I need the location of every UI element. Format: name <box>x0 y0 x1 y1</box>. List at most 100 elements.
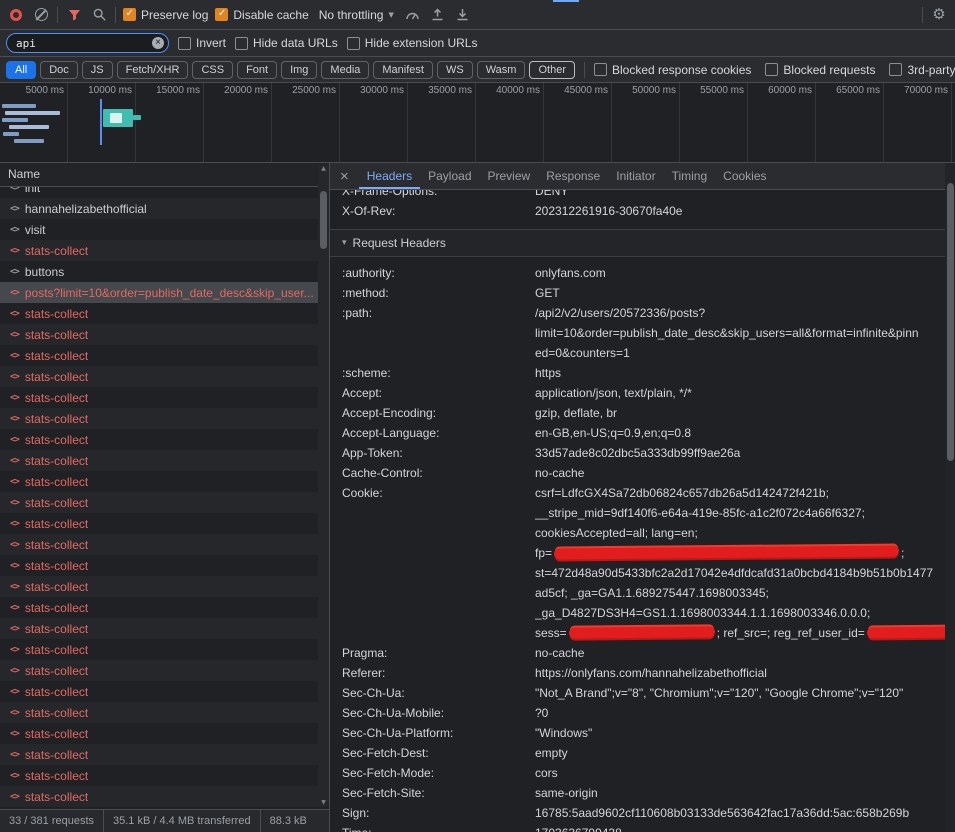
type-filter-wasm[interactable]: Wasm <box>477 61 526 79</box>
request-row[interactable]: <>stats-collect <box>0 492 329 513</box>
tab-initiator[interactable]: Initiator <box>608 163 663 189</box>
type-filter-doc[interactable]: Doc <box>40 61 78 79</box>
header-name: X-Frame-Options: <box>342 190 535 201</box>
tab-preview[interactable]: Preview <box>480 163 539 189</box>
request-row[interactable]: <>stats-collect <box>0 429 329 450</box>
script-icon: <> <box>10 204 19 214</box>
tab-headers[interactable]: Headers <box>359 163 420 189</box>
request-row[interactable]: <>stats-collect <box>0 408 329 429</box>
request-row[interactable]: <>stats-collect <box>0 534 329 555</box>
request-row[interactable]: <>stats-collect <box>0 345 329 366</box>
type-filter-font[interactable]: Font <box>237 61 277 79</box>
request-row[interactable]: <>stats-collect <box>0 576 329 597</box>
request-row[interactable]: <>stats-collect <box>0 639 329 660</box>
request-row[interactable]: <>stats-collect <box>0 681 329 702</box>
filter-input[interactable] <box>6 33 169 53</box>
request-name: stats-collect <box>25 790 88 804</box>
clear-icon[interactable] <box>32 6 50 24</box>
request-row[interactable]: <>stats-collect <box>0 471 329 492</box>
header-row: Sign:16785:5aad9602cf110608b03133de56364… <box>330 803 955 823</box>
network-conditions-icon[interactable] <box>404 6 422 24</box>
invert-checkbox[interactable]: Invert <box>178 36 226 50</box>
request-row[interactable]: <>stats-collect <box>0 660 329 681</box>
request-row[interactable]: <>stats-collect <box>0 765 329 786</box>
type-filter-js[interactable]: JS <box>82 61 113 79</box>
hide-data-urls-checkbox[interactable]: Hide data URLs <box>235 36 338 50</box>
search-icon[interactable] <box>90 6 108 24</box>
type-filter-all[interactable]: All <box>6 61 36 79</box>
import-har-icon[interactable] <box>429 6 447 24</box>
filter-icon[interactable] <box>65 6 83 24</box>
request-row[interactable]: <>stats-collect <box>0 387 329 408</box>
tab-response[interactable]: Response <box>538 163 608 189</box>
request-row[interactable]: <>stats-collect <box>0 513 329 534</box>
request-row[interactable]: <>buttons <box>0 261 329 282</box>
request-row[interactable]: <>stats-collect <box>0 324 329 345</box>
tab-payload[interactable]: Payload <box>420 163 479 189</box>
header-text: __stripe_mid=9df140f6-e64a-419e-85fc-a1c… <box>535 506 865 520</box>
scrollbar-thumb[interactable] <box>947 183 954 461</box>
request-row[interactable]: <>posts?limit=10&order=publish_date_desc… <box>0 282 329 303</box>
request-row[interactable]: <>stats-collect <box>0 555 329 576</box>
request-row[interactable]: <>visit <box>0 219 329 240</box>
tab-cookies[interactable]: Cookies <box>715 163 774 189</box>
preserve-log-checkbox[interactable]: Preserve log <box>123 8 208 22</box>
header-row: :scheme:https <box>330 363 955 383</box>
request-row[interactable]: <>stats-collect <box>0 786 329 807</box>
scroll-down-icon[interactable]: ▼ <box>321 799 326 807</box>
disable-cache-checkbox[interactable]: Disable cache <box>215 8 308 22</box>
scroll-up-icon[interactable]: ▲ <box>321 165 326 173</box>
clear-glyph <box>35 8 48 21</box>
settings-gear-icon[interactable]: ⚙ <box>930 6 948 24</box>
request-row[interactable]: <>stats-collect <box>0 597 329 618</box>
request-row[interactable]: <>stats-collect <box>0 744 329 765</box>
type-filter-fetch-xhr[interactable]: Fetch/XHR <box>117 61 189 79</box>
request-row[interactable]: <>stats-collect <box>0 618 329 639</box>
details-scrollbar[interactable] <box>945 163 955 832</box>
filter-checkbox-blocked-response-cookies[interactable]: Blocked response cookies <box>594 63 751 77</box>
filter-checkbox-blocked-requests[interactable]: Blocked requests <box>765 63 875 77</box>
type-filter-media[interactable]: Media <box>321 61 369 79</box>
header-value-line: ad5cf; _ga=GA1.1.689275447.1698003345; <box>535 583 955 603</box>
checkbox-icon <box>347 37 360 50</box>
request-headers-section[interactable]: ▾ Request Headers <box>330 229 955 257</box>
type-filter-ws[interactable]: WS <box>437 61 473 79</box>
scrollbar-thumb[interactable] <box>320 191 327 249</box>
request-list-scrollbar[interactable]: ▲ ▼ <box>318 165 329 807</box>
filter-checkbox-3rd-party-requests[interactable]: 3rd-party requests <box>889 63 955 77</box>
throttling-dropdown[interactable]: No throttling ▼ <box>316 8 397 22</box>
record-icon[interactable] <box>7 6 25 24</box>
network-overview[interactable]: 5000 ms10000 ms15000 ms20000 ms25000 ms3… <box>0 83 955 163</box>
request-row[interactable]: <>stats-collect <box>0 723 329 744</box>
header-value-line: gzip, deflate, br <box>535 403 955 423</box>
close-icon[interactable]: × <box>330 168 359 185</box>
script-icon: <> <box>10 414 19 424</box>
request-name: stats-collect <box>25 748 88 762</box>
request-row[interactable]: <>stats-collect <box>0 366 329 387</box>
request-name: buttons <box>25 265 64 279</box>
type-filter-other[interactable]: Other <box>529 61 575 79</box>
header-value-line: 202312261916-30670fa40e <box>535 201 955 221</box>
type-filter-img[interactable]: Img <box>281 61 317 79</box>
script-icon: <> <box>10 246 19 256</box>
request-row[interactable]: <>stats-collect <box>0 702 329 723</box>
name-column-header[interactable]: Name <box>0 163 329 187</box>
type-filter-manifest[interactable]: Manifest <box>373 61 433 79</box>
record-dot <box>10 9 22 21</box>
checkbox-icon <box>235 37 248 50</box>
hide-extension-urls-checkbox[interactable]: Hide extension URLs <box>347 36 478 50</box>
request-row[interactable]: <>hannahelizabethofficial <box>0 198 329 219</box>
request-row[interactable]: <>stats-collect <box>0 303 329 324</box>
request-row[interactable]: <>stats-collect <box>0 450 329 471</box>
tab-timing[interactable]: Timing <box>664 163 716 189</box>
request-row[interactable]: <>stats-collect <box>0 240 329 261</box>
script-icon: <> <box>10 225 19 235</box>
header-text: fp= <box>535 546 552 560</box>
waterfall-block <box>133 115 141 120</box>
header-value-line: csrf=LdfcGX4Sa72db06824c657db26a5d142472… <box>535 483 955 503</box>
request-row[interactable]: <>init <box>0 187 329 198</box>
export-har-icon[interactable] <box>454 6 472 24</box>
type-filter-css[interactable]: CSS <box>192 61 233 79</box>
clear-filter-icon[interactable]: × <box>152 37 164 49</box>
redaction-scribble <box>569 627 715 639</box>
